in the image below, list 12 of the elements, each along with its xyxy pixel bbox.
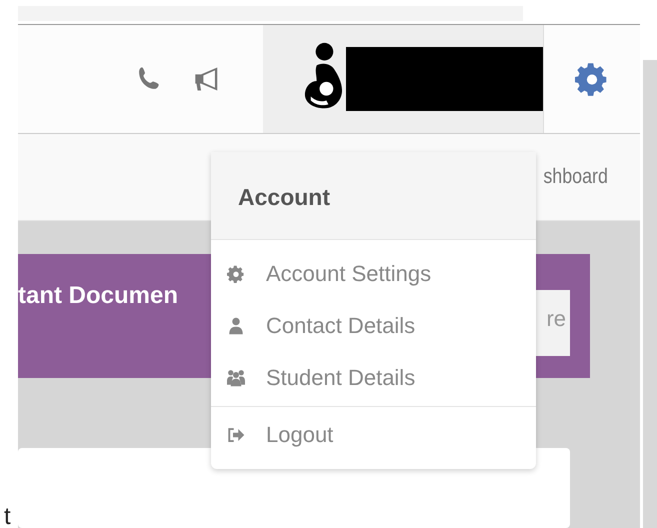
- text-fragment: t: [4, 503, 11, 528]
- settings-icon[interactable]: [575, 62, 609, 96]
- dropdown-header: Account: [211, 152, 536, 240]
- scrollbar[interactable]: [643, 60, 657, 528]
- breadcrumb-link[interactable]: shboard: [544, 165, 608, 190]
- menu-item[interactable]: Logout: [211, 409, 536, 461]
- user-menu-toggle[interactable]: [263, 25, 543, 134]
- settings-icon: [227, 265, 245, 283]
- users-icon: [227, 369, 245, 387]
- banner-title: tant Documen: [18, 282, 178, 310]
- user-icon: [227, 317, 245, 335]
- logout-icon: [227, 426, 245, 444]
